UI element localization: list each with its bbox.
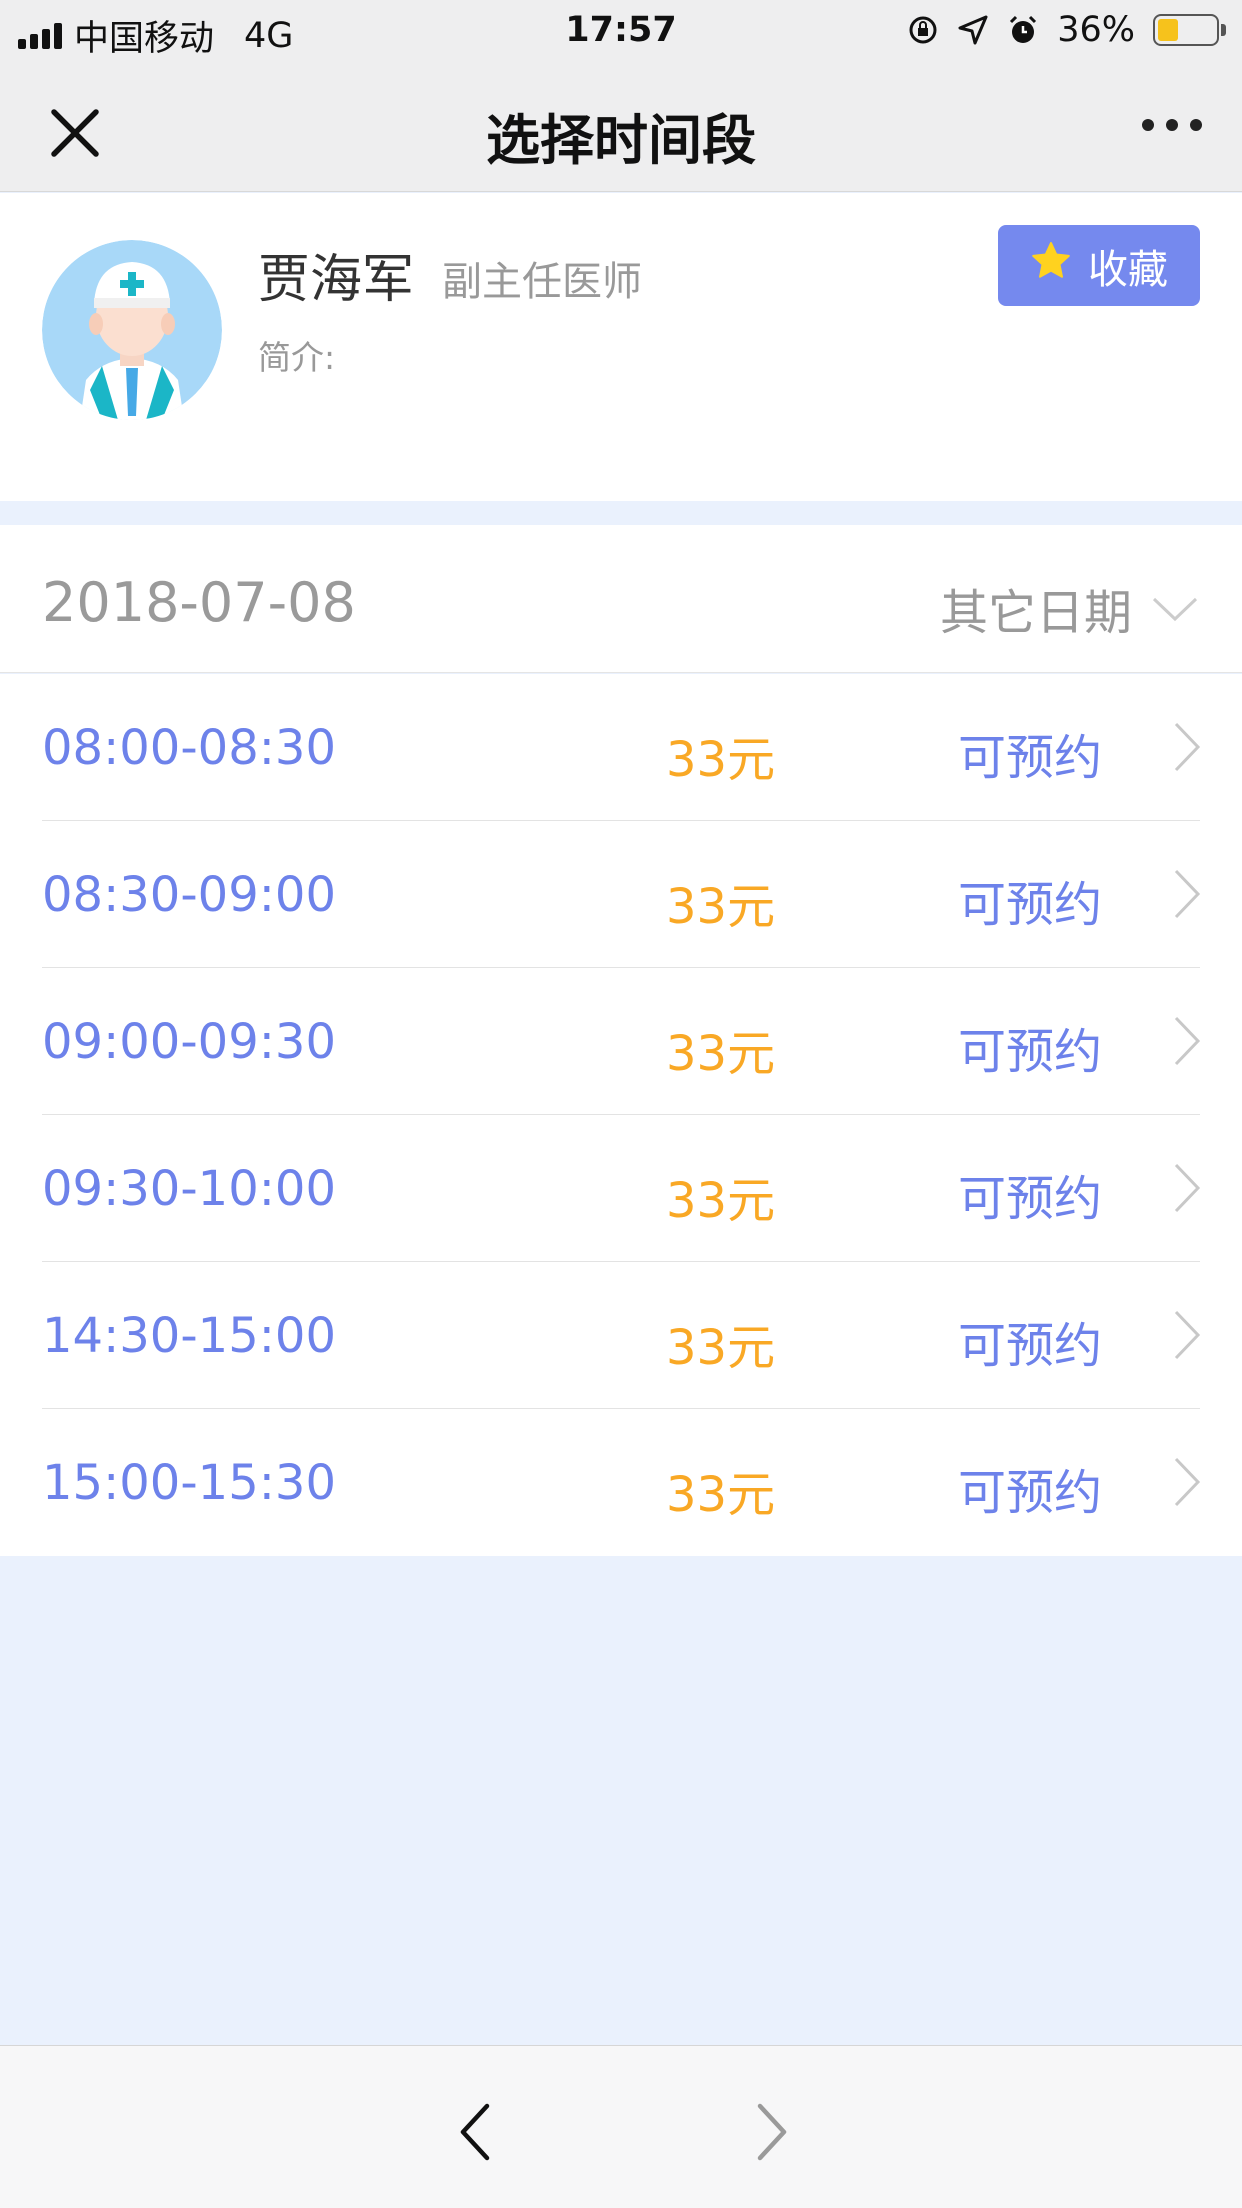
slot-price: 33元 — [666, 1320, 776, 1376]
slot-status: 可预约 — [958, 1171, 1103, 1227]
slot-status: 可预约 — [958, 1318, 1103, 1374]
slot-status: 可预约 — [958, 1465, 1103, 1521]
favorite-button[interactable]: 收藏 — [998, 225, 1200, 306]
slot-time: 08:00-08:30 — [42, 720, 336, 776]
other-date-button[interactable]: 其它日期 — [940, 573, 1200, 643]
chevron-down-icon — [1150, 580, 1200, 636]
chevron-right-icon — [1172, 867, 1202, 921]
date-row: 2018-07-08 其它日期 — [0, 525, 1242, 673]
slot-status: 可预约 — [958, 730, 1103, 786]
page-title: 选择时间段 — [486, 109, 756, 172]
slot-status: 可预约 — [958, 1024, 1103, 1080]
slot-time: 14:30-15:00 — [42, 1308, 336, 1364]
other-date-label: 其它日期 — [939, 585, 1132, 641]
slot-price: 33元 — [666, 732, 776, 788]
slot-list: 08:00-08:30 33元 可预约 08:30-09:00 33元 可预约 09:00-… — [0, 674, 1242, 1556]
battery-level — [1158, 19, 1179, 41]
battery-icon — [1153, 14, 1226, 46]
more-icon[interactable] — [1122, 110, 1202, 140]
slot-price: 33元 — [666, 1026, 776, 1082]
back-arrow-icon[interactable] — [455, 2102, 495, 2162]
time-slot-row[interactable]: 08:00-08:30 33元 可预约 — [0, 674, 1242, 821]
forward-arrow-icon[interactable] — [752, 2102, 792, 2162]
time-slot-row[interactable]: 09:00-09:30 33元 可预约 — [0, 968, 1242, 1115]
chevron-right-icon — [1172, 1455, 1202, 1509]
chevron-right-icon — [1172, 1161, 1202, 1215]
time-slot-row[interactable]: 14:30-15:00 33元 可预约 — [0, 1262, 1242, 1409]
time-slot-row[interactable]: 09:30-10:00 33元 可预约 — [0, 1115, 1242, 1262]
chevron-right-icon — [1172, 720, 1202, 774]
doctor-card: 贾海军 副主任医师 简介: 收藏 — [0, 193, 1242, 501]
slot-price: 33元 — [666, 879, 776, 935]
rotation-lock-icon — [907, 14, 939, 46]
doctor-intro-label: 简介: — [258, 338, 336, 377]
doctor-title: 副主任医师 — [442, 259, 642, 305]
selected-date: 2018-07-08 — [42, 571, 356, 634]
slot-time: 15:00-15:30 — [42, 1455, 336, 1511]
time-slot-row[interactable]: 15:00-15:30 33元 可预约 — [0, 1409, 1242, 1556]
star-icon — [1030, 240, 1072, 292]
doctor-avatar — [42, 240, 222, 420]
chevron-right-icon — [1172, 1014, 1202, 1068]
slot-time: 09:00-09:30 — [42, 1014, 336, 1070]
doctor-name: 贾海军 — [258, 250, 415, 310]
chevron-right-icon — [1172, 1308, 1202, 1362]
time-slot-row[interactable]: 08:30-09:00 33元 可预约 — [0, 821, 1242, 968]
status-right: 36% — [907, 10, 1226, 50]
slot-time: 09:30-10:00 — [42, 1161, 336, 1217]
location-icon — [957, 14, 989, 46]
favorite-label: 收藏 — [1088, 246, 1168, 293]
battery-percent: 36% — [1057, 10, 1135, 50]
status-bar: 中国移动 4G 17:57 36% — [0, 0, 1242, 62]
nav-bar: 选择时间段 — [0, 62, 1242, 192]
bottom-toolbar — [0, 2045, 1242, 2208]
alarm-icon — [1007, 14, 1039, 46]
slot-price: 33元 — [666, 1173, 776, 1229]
slot-price: 33元 — [666, 1467, 776, 1523]
slot-status: 可预约 — [958, 877, 1103, 933]
slot-time: 08:30-09:00 — [42, 867, 336, 923]
